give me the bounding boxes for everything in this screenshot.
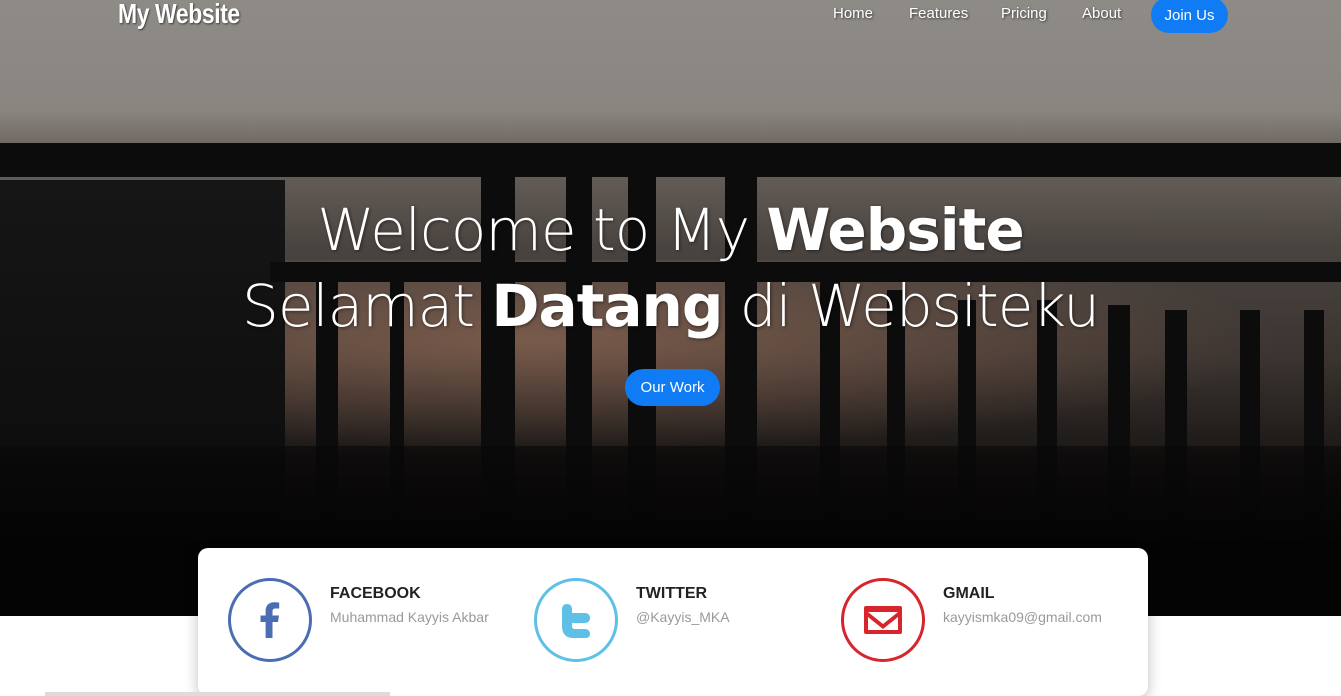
- social-title: TWITTER: [636, 585, 708, 602]
- social-subtitle: @Kayyis_MKA: [636, 609, 730, 625]
- social-title: GMAIL: [943, 585, 995, 602]
- brand-logo[interactable]: My Website: [118, 0, 240, 30]
- social-subtitle: kayyismka09@gmail.com: [943, 609, 1102, 625]
- social-item-twitter[interactable]: TWITTER @Kayyis_MKA: [534, 578, 814, 662]
- nav-link-about[interactable]: About: [1082, 5, 1121, 22]
- nav-link-features[interactable]: Features: [909, 5, 968, 22]
- gmail-icon[interactable]: [841, 578, 925, 662]
- social-subtitle: Muhammad Kayyis Akbar: [330, 609, 489, 625]
- page-section-divider: [45, 692, 390, 696]
- nav-link-pricing[interactable]: Pricing: [1001, 5, 1047, 22]
- facebook-icon[interactable]: [228, 578, 312, 662]
- social-item-gmail[interactable]: GMAIL kayyismka09@gmail.com: [841, 578, 1131, 662]
- nav-link-home[interactable]: Home: [833, 5, 873, 22]
- social-item-facebook[interactable]: FACEBOOK Muhammad Kayyis Akbar: [228, 578, 508, 662]
- hero-heading-line-1: Welcome to My Website: [317, 196, 1024, 264]
- social-card: FACEBOOK Muhammad Kayyis Akbar TWITTER @…: [198, 548, 1148, 696]
- our-work-button[interactable]: Our Work: [625, 369, 720, 406]
- social-title: FACEBOOK: [330, 585, 421, 602]
- navbar: My Website Home Features Pricing About J…: [0, 0, 1341, 40]
- hero-heading-line-2: Selamat Datang di Websiteku: [242, 272, 1100, 340]
- twitter-icon[interactable]: [534, 578, 618, 662]
- join-us-button[interactable]: Join Us: [1151, 0, 1228, 33]
